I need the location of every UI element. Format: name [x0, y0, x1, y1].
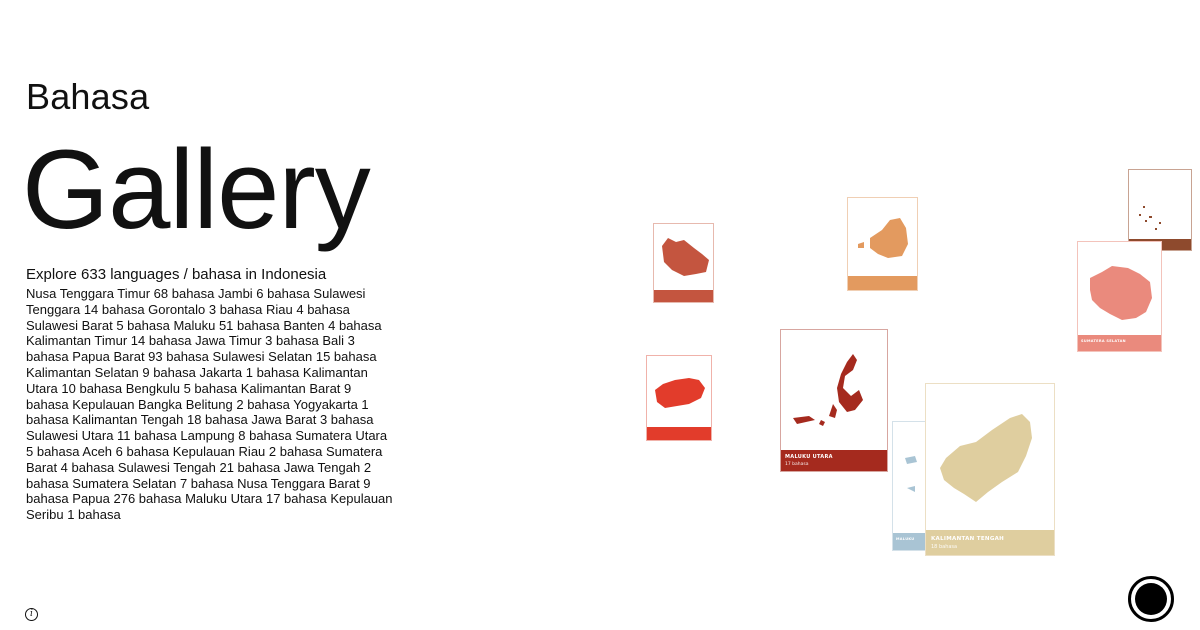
map-card-banten[interactable] [847, 197, 918, 291]
province-item[interactable]: Jawa Barat 3 bahasa [251, 412, 373, 427]
province-list: Nusa Tenggara Timur 68 bahasa Jambi 6 bah… [26, 286, 396, 523]
maluku-map-shape [905, 456, 917, 492]
province-item[interactable]: Gorontalo 3 bahasa [148, 302, 266, 317]
map-card-papua-barat-islands[interactable] [1128, 169, 1192, 251]
card-name [654, 290, 713, 293]
map-card-sumatera-selatan[interactable]: SUMATERA SELATAN [1077, 241, 1162, 352]
map-card-bali[interactable] [653, 223, 714, 303]
card-count: 17 bahasa [785, 462, 809, 467]
province-item[interactable]: Riau 4 bahasa [266, 302, 350, 317]
province-item[interactable]: Aceh 6 bahasa [82, 444, 172, 459]
card-count: 18 bahasa [931, 544, 958, 550]
info-icon[interactable]: i [25, 608, 38, 621]
province-item[interactable]: Sulawesi Selatan 15 bahasa [213, 349, 377, 364]
card-band: KALIMANTAN TENGAH 18 bahasa [926, 530, 1054, 555]
map-card-jambi[interactable] [646, 355, 712, 441]
province-item[interactable]: Jawa Timur 3 bahasa [195, 333, 322, 348]
province-item[interactable]: Banten 4 bahasa [283, 318, 381, 333]
province-item[interactable]: Sulawesi Tengah 21 bahasa [118, 460, 284, 475]
card-name: KALIMANTAN TENGAH [931, 536, 1005, 542]
map-card-kalimantan-tengah[interactable]: KALIMANTAN TENGAH 18 bahasa [925, 383, 1055, 556]
province-item[interactable]: Kalimantan Timur 14 bahasa [26, 333, 195, 348]
card-band: MALUKU UTARA 17 bahasa [781, 450, 887, 471]
record-icon[interactable] [1128, 576, 1174, 622]
province-item[interactable]: Jambi 6 bahasa [218, 286, 313, 301]
province-item[interactable]: Kalimantan Tengah 18 bahasa [72, 412, 251, 427]
province-item[interactable]: Bengkulu 5 bahasa [126, 381, 241, 396]
province-item[interactable]: Maluku 51 bahasa [173, 318, 283, 333]
card-band [654, 290, 713, 302]
province-item[interactable]: Kalimantan Selatan 9 bahasa [26, 365, 199, 380]
province-item[interactable]: Sulawesi Utara 11 bahasa [26, 428, 180, 443]
card-name: MALUKU [896, 537, 915, 541]
card-name [647, 427, 711, 430]
map-card-maluku[interactable]: MALUKU [892, 421, 928, 551]
province-item[interactable]: Lampung 8 bahasa [180, 428, 295, 443]
card-name: SUMATERA SELATAN [1081, 339, 1126, 343]
map-card-maluku-utara[interactable]: MALUKU UTARA 17 bahasa [780, 329, 888, 472]
province-item[interactable]: Nusa Tenggara Timur 68 bahasa [26, 286, 218, 301]
province-item[interactable]: Maluku Utara 17 bahasa [185, 491, 330, 506]
page-title: Gallery [22, 127, 371, 252]
province-item[interactable]: Sulawesi Barat 5 bahasa [26, 318, 173, 333]
card-name [848, 276, 917, 279]
card-band [647, 427, 711, 440]
province-item[interactable]: Kepulauan Bangka Belitung 2 bahasa [72, 397, 293, 412]
card-name: MALUKU UTARA [785, 454, 833, 460]
intro-text: Explore 633 languages / bahasa in Indone… [26, 266, 327, 283]
card-band: SUMATERA SELATAN [1078, 335, 1161, 351]
page-kicker: Bahasa [26, 76, 150, 117]
province-item[interactable]: Papua Barat 93 bahasa [72, 349, 212, 364]
province-item[interactable]: Papua 276 bahasa [72, 491, 185, 506]
province-item[interactable]: Sumatera Selatan 7 bahasa [72, 476, 237, 491]
card-band: MALUKU [893, 533, 927, 550]
province-item[interactable]: Jakarta 1 bahasa [199, 365, 302, 380]
province-item[interactable]: Kepulauan Riau 2 bahasa [173, 444, 326, 459]
card-band [848, 276, 917, 290]
